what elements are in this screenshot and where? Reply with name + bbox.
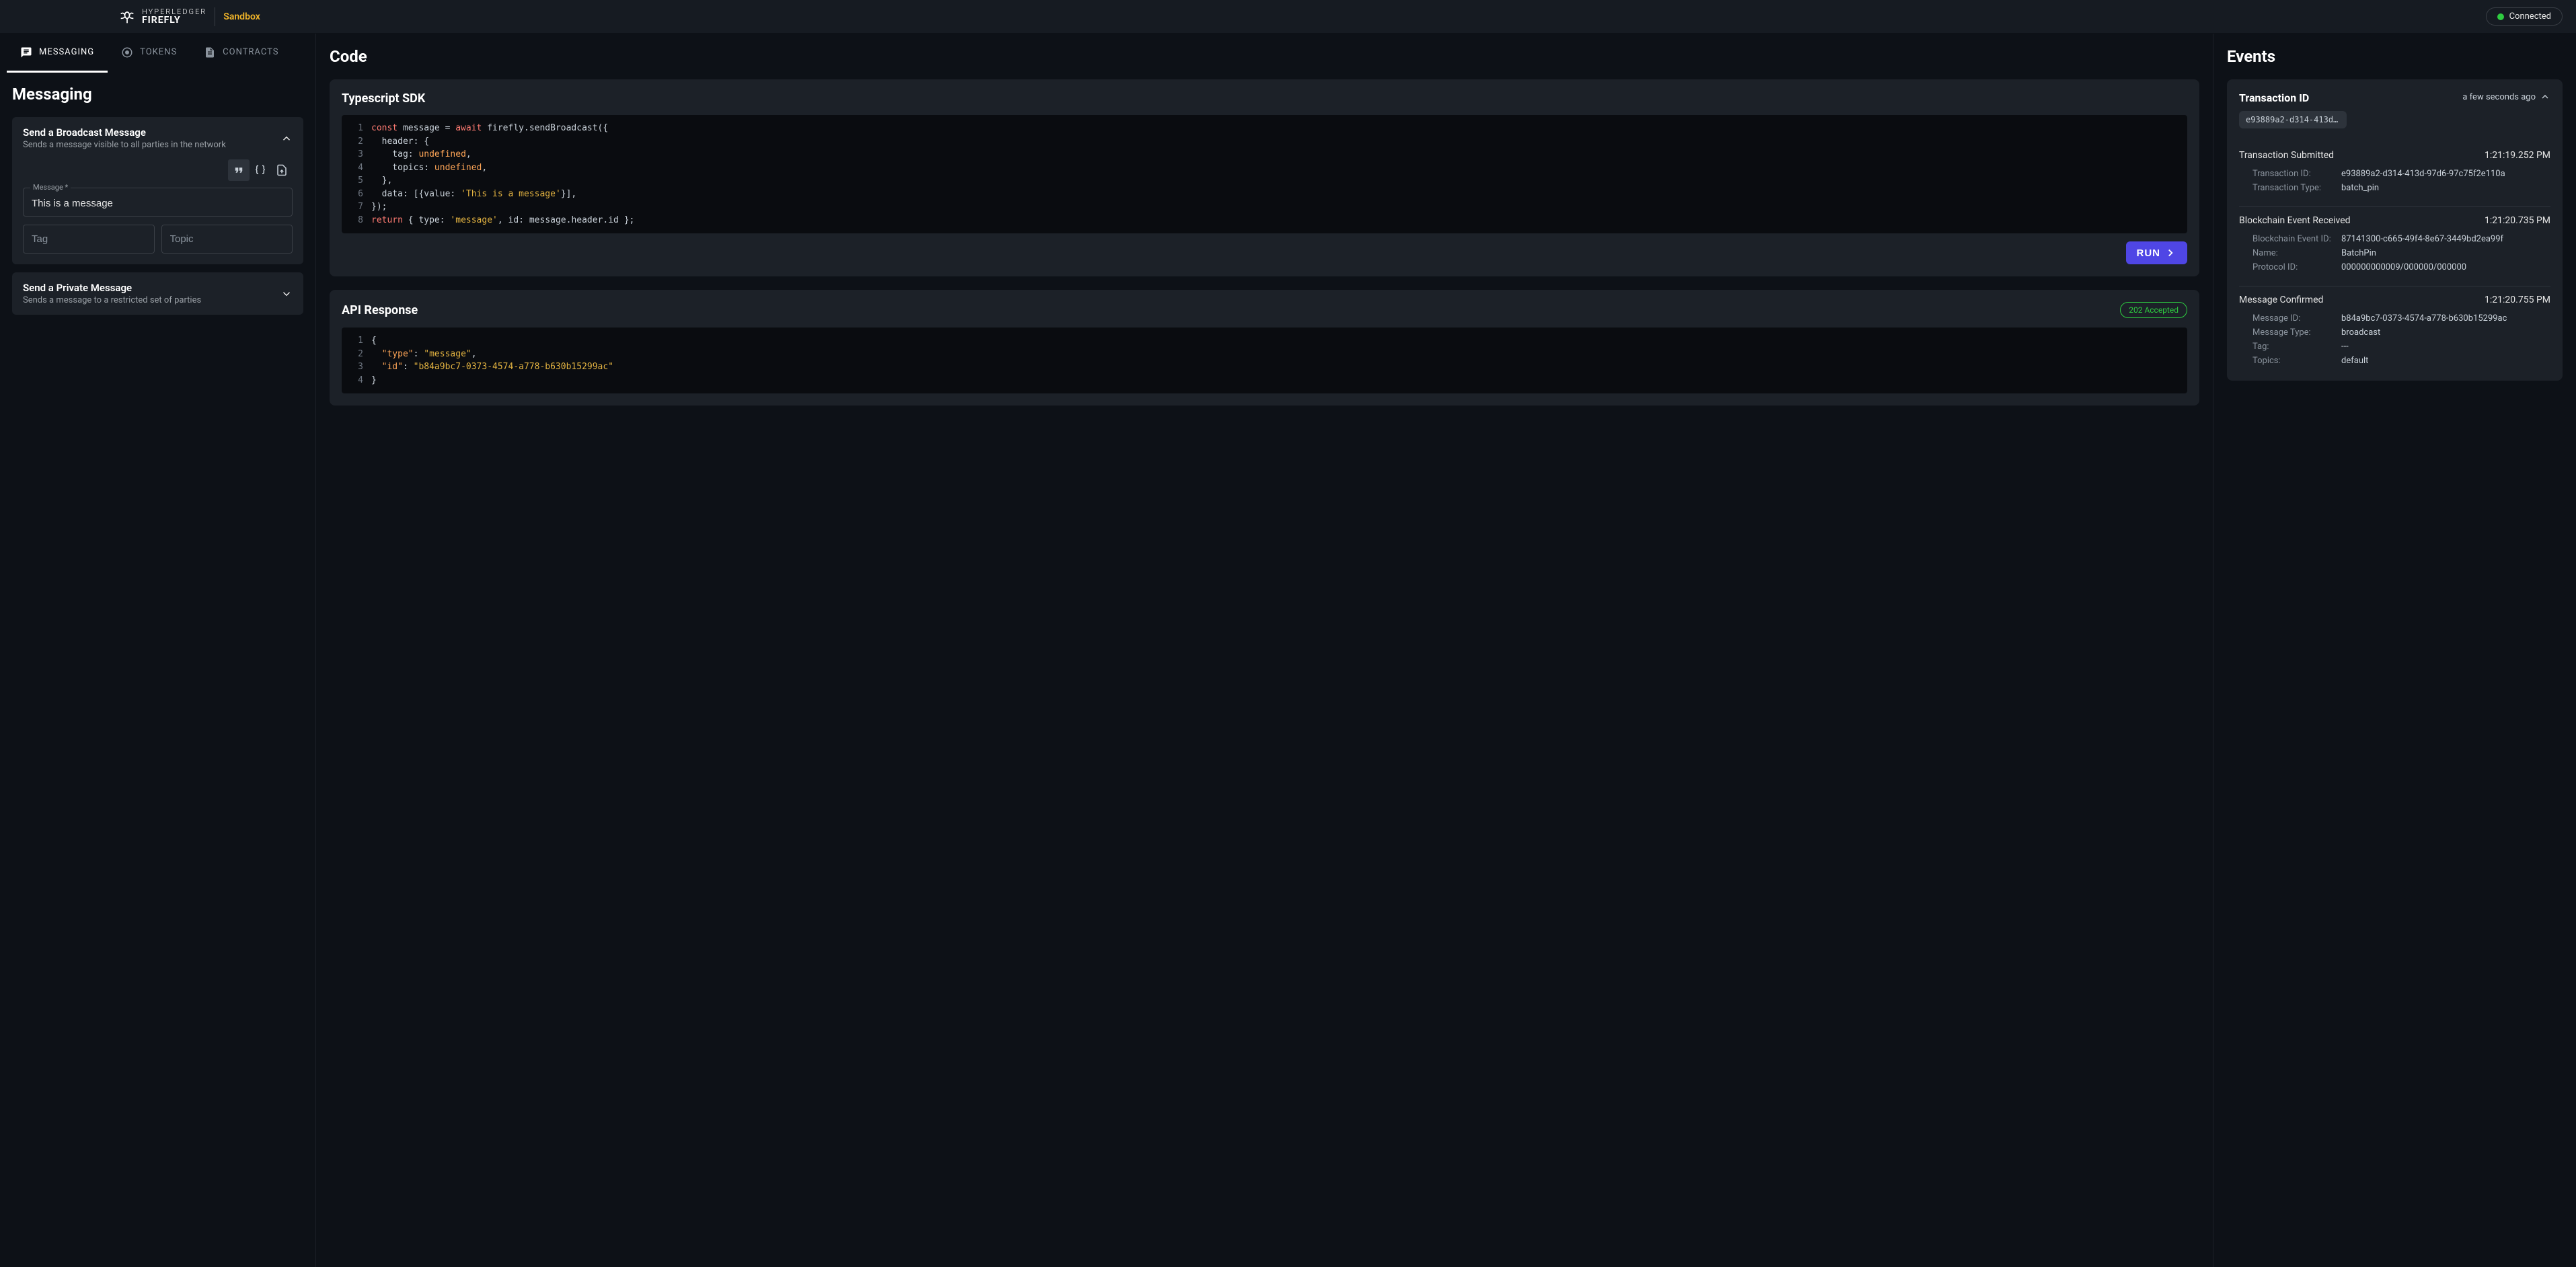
connection-status: Connected: [2486, 7, 2563, 26]
api-code: 1{ 2 "type": "message", 3 "id": "b84a9bc…: [342, 328, 2187, 393]
broadcast-title: Send a Broadcast Message: [23, 126, 226, 139]
sub3-time: 1:21:20.755 PM: [2485, 295, 2550, 305]
tab-messaging[interactable]: MESSAGING: [7, 34, 108, 73]
message-field: Message *: [23, 188, 293, 217]
format-text-button[interactable]: [228, 159, 250, 181]
topic-input[interactable]: [170, 233, 285, 245]
run-button[interactable]: RUN: [2126, 241, 2188, 264]
broadcast-card-toggle[interactable]: Send a Broadcast Message Sends a message…: [12, 117, 303, 159]
broadcast-card: Send a Broadcast Message Sends a message…: [12, 117, 303, 264]
brand-group: HYPERLEDGER FIREFLY Sandbox: [118, 7, 260, 26]
chevron-up-icon: [280, 132, 293, 145]
events-heading: Events: [2227, 47, 2563, 66]
tab-contracts[interactable]: CONTRACTS: [190, 34, 292, 73]
event-ago: a few seconds ago: [2462, 92, 2536, 102]
tag-field: [23, 225, 155, 254]
token-icon: [121, 46, 133, 59]
topbar: HYPERLEDGER FIREFLY Sandbox Connected: [0, 0, 2576, 34]
format-json-button[interactable]: [250, 159, 271, 181]
right-column: Events Transaction ID e93889a2-d314-413d…: [2213, 34, 2576, 1267]
left-column: MESSAGING TOKENS CONTRACTS Messaging Sen…: [0, 34, 316, 1267]
tabs: MESSAGING TOKENS CONTRACTS: [0, 34, 315, 73]
txid-label: Transaction ID: [2239, 91, 2347, 104]
message-input[interactable]: [32, 198, 284, 209]
event-card: Transaction ID e93889a2-d314-413d-97d6-9…: [2227, 79, 2563, 381]
tab-tokens[interactable]: TOKENS: [108, 34, 190, 73]
sdk-section: Typescript SDK 1const message = await fi…: [330, 79, 2199, 276]
sdk-title: Typescript SDK: [342, 91, 425, 106]
broadcast-subtitle: Sends a message visible to all parties i…: [23, 140, 226, 150]
quote-icon: [233, 164, 245, 176]
brand-main: FIREFLY: [142, 15, 206, 25]
status-text: Connected: [2509, 11, 2551, 22]
format-button-group: [23, 159, 293, 181]
status-dot-icon: [2497, 13, 2504, 20]
private-card-toggle[interactable]: Send a Private Message Sends a message t…: [12, 272, 303, 315]
txid-chip[interactable]: e93889a2-d314-413d-97d6-9…: [2239, 111, 2347, 128]
middle-column: Code Typescript SDK 1const message = awa…: [316, 34, 2213, 1267]
tag-input[interactable]: [32, 233, 146, 245]
sub2-title: Blockchain Event Received: [2239, 215, 2351, 226]
status-badge: 202 Accepted: [2120, 302, 2187, 318]
sub1-title: Transaction Submitted: [2239, 150, 2334, 161]
private-card: Send a Private Message Sends a message t…: [12, 272, 303, 315]
logo: HYPERLEDGER FIREFLY: [118, 7, 206, 26]
sdk-code: 1const message = await firefly.sendBroad…: [342, 115, 2187, 233]
private-subtitle: Sends a message to a restricted set of p…: [23, 295, 201, 305]
format-file-button[interactable]: [271, 159, 293, 181]
message-icon: [20, 46, 32, 59]
sandbox-label: Sandbox: [223, 11, 260, 22]
message-label: Message *: [30, 183, 71, 192]
event-collapse-toggle[interactable]: a few seconds ago: [2462, 91, 2550, 102]
sub1-time: 1:21:19.252 PM: [2485, 150, 2550, 161]
chevron-down-icon: [280, 288, 293, 300]
page-title: Messaging: [12, 85, 303, 104]
chevron-right-icon: [2164, 247, 2176, 259]
file-upload-icon: [276, 164, 288, 176]
sub2-time: 1:21:20.735 PM: [2485, 215, 2550, 226]
topic-field: [161, 225, 293, 254]
api-section: API Response 202 Accepted 1{ 2 "type": "…: [330, 290, 2199, 406]
private-title: Send a Private Message: [23, 282, 201, 294]
braces-icon: [254, 164, 266, 176]
contract-icon: [204, 46, 216, 59]
firefly-logo-icon: [118, 7, 137, 26]
sub3-title: Message Confirmed: [2239, 295, 2323, 305]
chevron-up-icon: [2540, 91, 2550, 102]
api-title: API Response: [342, 303, 418, 317]
code-heading: Code: [330, 47, 2199, 66]
